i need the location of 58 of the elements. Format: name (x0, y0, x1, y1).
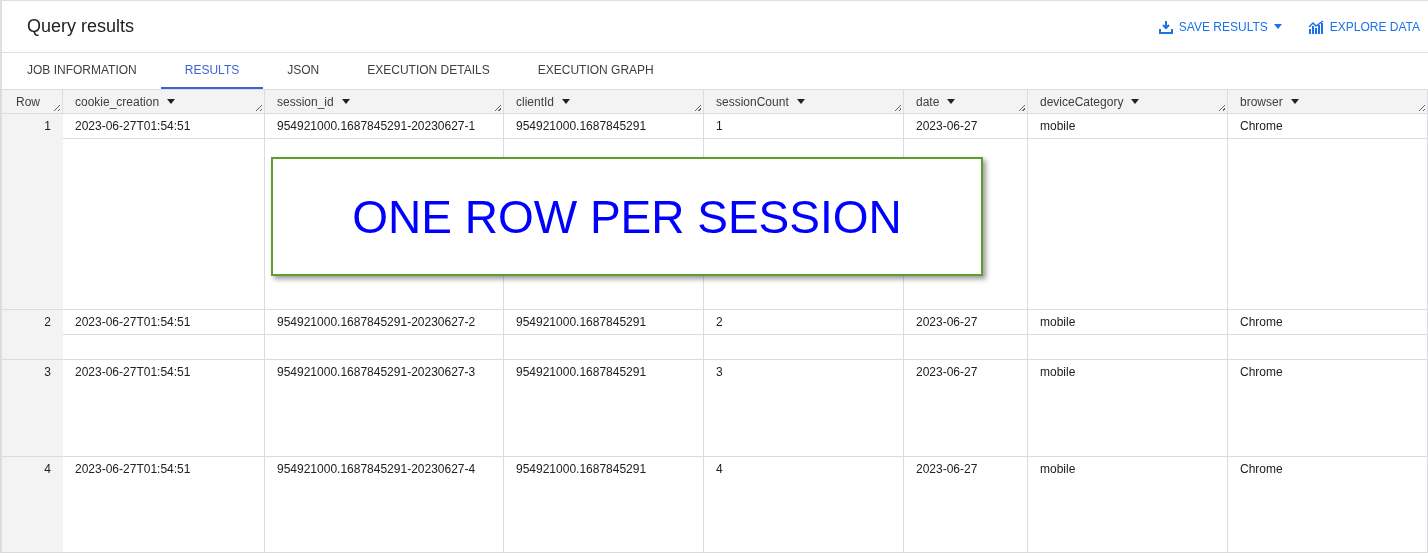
table-cell: 954921000.1687845291-20230627-1 (277, 119, 476, 133)
download-icon (1158, 19, 1173, 34)
sort-caret-icon (1290, 99, 1299, 104)
table-cell: 954921000.1687845291-20230627-3 (277, 365, 476, 379)
column-header[interactable]: deviceCategory (1028, 89, 1228, 114)
table-cell: 2023-06-27 (916, 462, 978, 476)
tab[interactable]: EXECUTION DETAILS (343, 53, 514, 89)
column-header[interactable]: date (904, 89, 1028, 114)
column-header[interactable]: session_id (265, 89, 504, 114)
table-cell: 2023-06-27T01:54:51 (75, 462, 191, 476)
table-cell: 954921000.1687845291 (516, 119, 647, 133)
tab[interactable]: JSON (263, 53, 344, 89)
row-number: 2 (44, 315, 51, 331)
table-cell: 2023-06-27 (916, 365, 978, 379)
table-cell: mobile (1040, 365, 1076, 379)
table-cell: Chrome (1240, 462, 1283, 476)
table-cell: mobile (1040, 315, 1076, 329)
save-results-button[interactable]: SAVE RESULTS (1156, 15, 1284, 38)
sort-caret-icon (947, 99, 956, 104)
table-cell: mobile (1040, 119, 1076, 133)
column-header[interactable]: browser (1228, 89, 1428, 114)
sort-caret-icon (796, 99, 805, 104)
tab[interactable]: JOB INFORMATION (2, 53, 161, 89)
column-header[interactable]: sessionCount (704, 89, 904, 114)
table-cell: 2023-06-27T01:54:51 (75, 315, 191, 329)
table-cell: Chrome (1240, 119, 1283, 133)
table-cell: 954921000.1687845291 (516, 315, 647, 329)
table-cell: 954921000.1687845291 (516, 462, 647, 476)
sort-caret-icon (562, 99, 571, 104)
sort-caret-icon (167, 99, 176, 104)
explore-data-button[interactable]: EXPLORE DATA (1305, 15, 1422, 38)
tab[interactable]: EXECUTION GRAPH (513, 53, 678, 89)
table-cell: Chrome (1240, 315, 1283, 329)
caret-icon (1273, 24, 1282, 29)
sort-caret-icon (341, 99, 350, 104)
column-header[interactable]: clientId (504, 89, 704, 114)
table-cell: 2023-06-27 (916, 315, 978, 329)
table-cell: 954921000.1687845291 (516, 365, 647, 379)
table-cell: 2 (716, 315, 723, 329)
chart-icon (1307, 19, 1324, 34)
sort-caret-icon (1131, 99, 1140, 104)
table-cell: 2023-06-27T01:54:51 (75, 119, 191, 133)
table-cell: 954921000.1687845291-20230627-2 (277, 315, 476, 329)
table-cell: 2023-06-27 (916, 119, 978, 133)
column-header[interactable]: cookie_creation (63, 89, 265, 114)
table-cell: Chrome (1240, 365, 1283, 379)
row-number: 3 (44, 365, 51, 381)
row-number: 4 (44, 462, 51, 478)
panel-title: Query results (27, 16, 135, 37)
column-header: Row (0, 89, 63, 114)
table-cell: 3 (716, 365, 723, 379)
callout-text: ONE ROW PER SESSION (352, 189, 902, 244)
table-cell: 1 (716, 119, 723, 133)
table-cell: 4 (716, 462, 723, 476)
table-cell: 954921000.1687845291-20230627-4 (277, 462, 476, 476)
table-cell: mobile (1040, 462, 1076, 476)
table-cell: 2023-06-27T01:54:51 (75, 365, 191, 379)
row-number: 1 (44, 119, 51, 135)
